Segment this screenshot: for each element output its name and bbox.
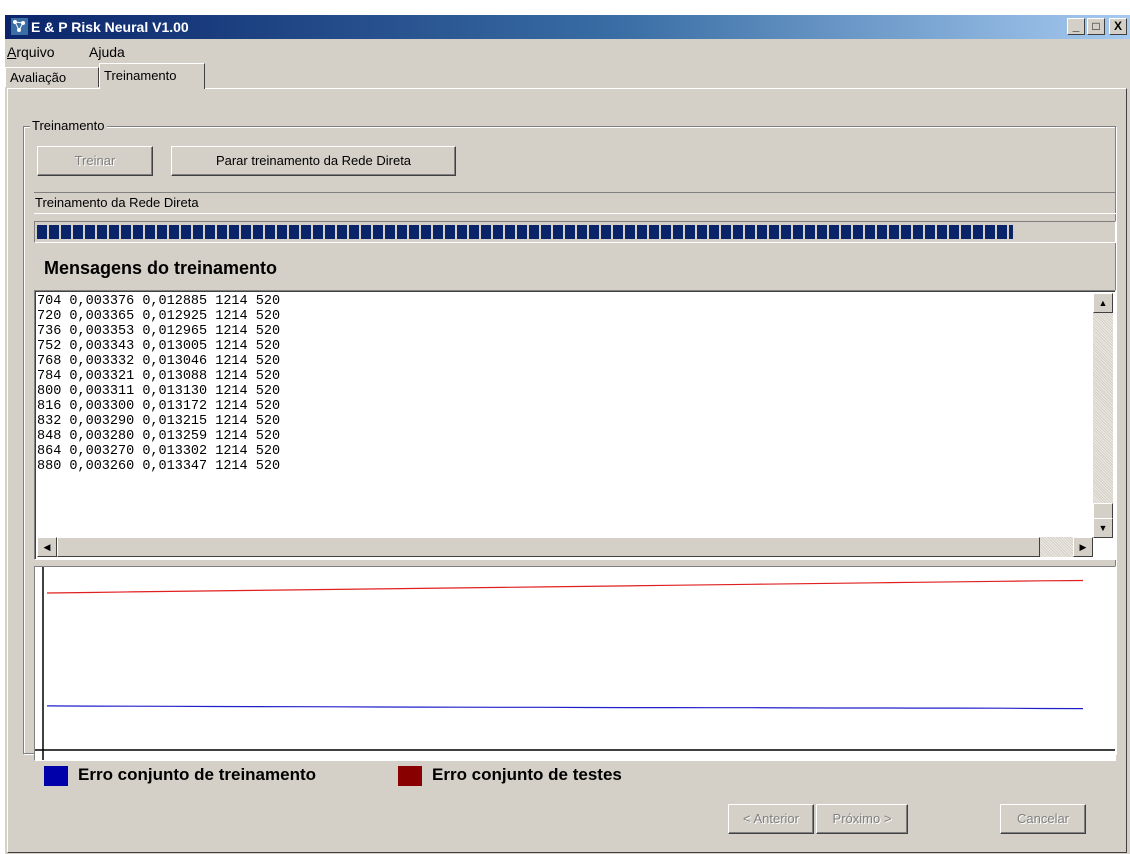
content-layer: Treinamento Treinar Parar treinamento da… — [0, 0, 1130, 854]
legend-swatch-training — [44, 766, 68, 786]
stop-training-button[interactable]: Parar treinamento da Rede Direta — [171, 146, 456, 176]
training-progress-bar — [34, 221, 1116, 243]
legend-label-training: Erro conjunto de treinamento — [78, 765, 317, 784]
scroll-up-icon[interactable]: ▲ — [1093, 293, 1113, 313]
training-log[interactable]: 704 0,003376 0,012885 1214 520 720 0,003… — [34, 290, 1116, 560]
next-button[interactable]: Próximo > — [816, 804, 908, 834]
horizontal-scroll-track[interactable] — [1040, 537, 1073, 557]
error-chart-svg — [35, 567, 1115, 760]
log-vertical-scrollbar[interactable]: ▲ ▼ — [1093, 293, 1113, 538]
log-horizontal-scrollbar[interactable]: ◀ ▶ — [37, 537, 1093, 557]
status-label: Treinamento da Rede Direta — [34, 192, 1116, 214]
scroll-right-icon[interactable]: ▶ — [1073, 537, 1093, 557]
scroll-down-icon[interactable]: ▼ — [1093, 518, 1113, 538]
series-line-training — [46, 705, 1084, 710]
scroll-left-icon[interactable]: ◀ — [37, 537, 57, 557]
legend-swatch-testes — [398, 766, 422, 786]
horizontal-scroll-thumb[interactable] — [57, 537, 1040, 557]
cancel-button[interactable]: Cancelar — [1000, 804, 1086, 834]
train-button[interactable]: Treinar — [37, 146, 153, 176]
error-chart — [34, 566, 1116, 761]
training-log-text: 704 0,003376 0,012885 1214 520 720 0,003… — [37, 294, 281, 474]
tab-treinamento[interactable]: Treinamento — [99, 63, 205, 89]
series-line-testes — [46, 579, 1084, 594]
legend-label-testes: Erro conjunto de testes — [432, 765, 622, 784]
previous-button[interactable]: < Anterior — [728, 804, 814, 834]
training-messages-title: Mensagens do treinamento — [44, 258, 278, 278]
training-progress-fill — [37, 225, 1013, 239]
training-group-legend: Treinamento — [30, 118, 107, 133]
